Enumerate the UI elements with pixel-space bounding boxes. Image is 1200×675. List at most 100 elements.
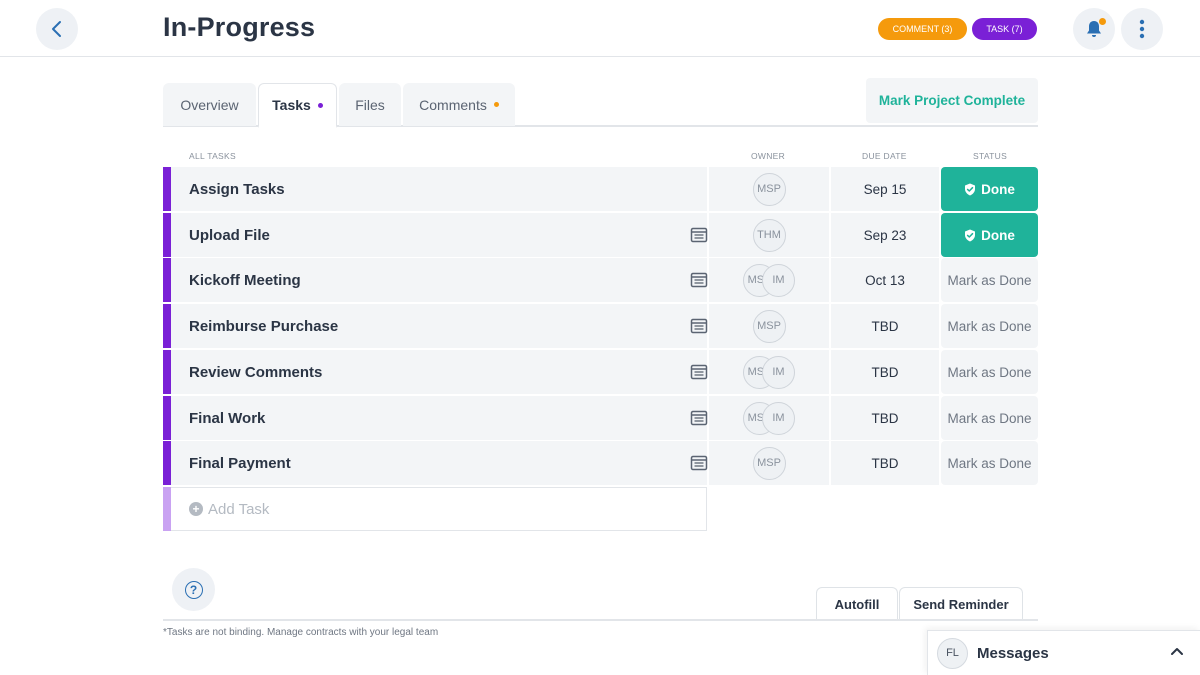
kebab-menu-icon (1139, 19, 1145, 39)
task-row[interactable]: Final Work MSP IM TBD Mark as Done (163, 396, 1038, 440)
messages-title: Messages (977, 644, 1049, 662)
task-row[interactable]: Final Payment MSP TBD Mark as Done (163, 441, 1038, 485)
due-date-cell[interactable]: TBD (831, 441, 939, 485)
task-details-icon[interactable] (690, 363, 708, 381)
question-mark-icon: ? (184, 580, 203, 599)
due-date-cell[interactable]: Oct 13 (831, 258, 939, 302)
row-accent-bar (163, 487, 171, 531)
back-button[interactable] (36, 8, 78, 50)
task-row[interactable]: Review Comments MSP IM TBD Mark as Done (163, 350, 1038, 394)
task-count-pill[interactable]: TASK (7) (972, 18, 1037, 40)
column-header-status: STATUS (973, 151, 1008, 161)
mark-as-done-button[interactable]: Mark as Done (941, 396, 1038, 440)
add-task-label: Add Task (208, 500, 270, 518)
task-details-icon[interactable] (690, 409, 708, 427)
task-name: Final Work (189, 409, 266, 427)
row-accent-bar (163, 304, 171, 348)
send-reminder-button[interactable]: Send Reminder (899, 587, 1023, 620)
disclaimer-text: *Tasks are not binding. Manage contracts… (163, 627, 439, 638)
task-row[interactable]: Kickoff Meeting MSP IM Oct 13 Mark as Done (163, 258, 1038, 302)
shield-check-icon (965, 183, 976, 195)
more-options-button[interactable] (1121, 8, 1163, 50)
mark-project-complete-button[interactable]: Mark Project Complete (866, 78, 1038, 123)
due-date-cell[interactable]: TBD (831, 396, 939, 440)
owner-cell: MSP (709, 167, 829, 211)
row-accent-bar (163, 350, 171, 394)
tab-indicator-dot (317, 102, 323, 108)
task-name: Upload File (189, 226, 270, 244)
owner-avatar[interactable]: MSP (752, 172, 786, 206)
task-details-icon[interactable] (690, 271, 708, 289)
task-row[interactable]: Reimburse Purchase MSP TBD Mark as Done (163, 304, 1038, 348)
notifications-button[interactable] (1073, 8, 1115, 50)
owner-avatar[interactable]: IM (762, 401, 795, 435)
mark-as-done-button[interactable]: Mark as Done (941, 350, 1038, 394)
due-date-cell[interactable]: TBD (831, 350, 939, 394)
row-accent-bar (163, 396, 171, 440)
task-name-cell[interactable]: Review Comments (171, 350, 708, 394)
row-accent-bar (163, 167, 171, 211)
owner-avatar[interactable]: MSP (752, 446, 786, 480)
owner-cell: MSP IM (709, 258, 829, 302)
owner-avatar[interactable]: MSP (752, 309, 786, 343)
status-label: Mark as Done (947, 318, 1032, 334)
task-name-cell[interactable]: Kickoff Meeting (171, 258, 708, 302)
due-date-cell[interactable]: Sep 15 (831, 167, 939, 211)
owner-avatar[interactable]: IM (762, 263, 795, 297)
status-label: Done (981, 181, 1015, 197)
chevron-up-icon[interactable] (1170, 646, 1184, 656)
task-name-cell[interactable]: Reimburse Purchase (171, 304, 708, 348)
task-name-cell[interactable]: Upload File (171, 213, 708, 257)
page-title: In-Progress (163, 12, 316, 42)
row-accent-bar (163, 213, 171, 257)
column-header-due-date: DUE DATE (862, 151, 907, 161)
row-accent-bar (163, 258, 171, 302)
status-done-badge[interactable]: Done (941, 213, 1038, 257)
status-label: Mark as Done (947, 272, 1032, 288)
task-row[interactable]: Assign Tasks MSP Sep 15 Done (163, 167, 1038, 211)
autofill-button[interactable]: Autofill (816, 587, 898, 620)
add-task-button[interactable]: + Add Task (171, 487, 707, 531)
tab-label: Tasks (272, 97, 311, 113)
avatar: FL (937, 637, 968, 669)
task-name-cell[interactable]: Final Payment (171, 441, 708, 485)
task-details-icon[interactable] (690, 454, 708, 472)
task-row[interactable]: Upload File THM Sep 23 Done (163, 213, 1038, 257)
add-task-row[interactable]: + Add Task (163, 487, 707, 531)
help-button[interactable]: ? (172, 568, 215, 611)
task-name-cell[interactable]: Assign Tasks (171, 167, 707, 211)
task-name: Reimburse Purchase (189, 317, 339, 335)
due-date-cell[interactable]: Sep 23 (831, 213, 939, 257)
due-date-cell[interactable]: TBD (831, 304, 939, 348)
task-details-icon[interactable] (690, 317, 708, 335)
task-name: Kickoff Meeting (189, 271, 301, 289)
tab-overview[interactable]: Overview (163, 83, 256, 126)
tab-files[interactable]: Files (339, 83, 401, 126)
task-details-icon[interactable] (690, 226, 708, 244)
column-header-owner: OWNER (751, 151, 786, 161)
owner-cell: MSP IM (709, 396, 829, 440)
tab-label: Files (355, 96, 385, 113)
tab-comments[interactable]: Comments (403, 83, 515, 126)
mark-as-done-button[interactable]: Mark as Done (941, 304, 1038, 348)
messages-panel-toggle[interactable]: FL Messages (927, 630, 1200, 675)
status-done-badge[interactable]: Done (941, 167, 1038, 211)
tab-tasks[interactable]: Tasks (258, 83, 337, 128)
task-name-cell[interactable]: Final Work (171, 396, 708, 440)
status-label: Mark as Done (947, 455, 1032, 471)
task-name: Final Payment (189, 454, 291, 472)
mark-as-done-button[interactable]: Mark as Done (941, 441, 1038, 485)
footer-divider (163, 619, 1038, 621)
tab-label: Comments (419, 96, 487, 113)
comment-count-pill[interactable]: COMMENT (3) (878, 18, 967, 40)
column-header-all-tasks: ALL TASKS (189, 151, 236, 161)
row-accent-bar (163, 441, 171, 485)
owner-avatar[interactable]: IM (762, 355, 795, 389)
owner-cell: MSP (709, 441, 829, 485)
tab-label: Overview (180, 96, 239, 113)
owner-cell: THM (709, 213, 829, 257)
owner-avatar[interactable]: THM (752, 218, 786, 252)
mark-as-done-button[interactable]: Mark as Done (941, 258, 1038, 302)
task-name: Review Comments (189, 363, 323, 381)
status-label: Mark as Done (947, 410, 1032, 426)
